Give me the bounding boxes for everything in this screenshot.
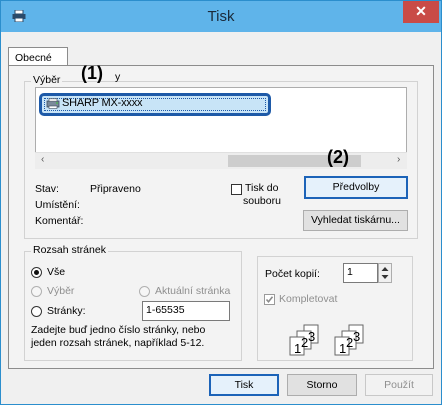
copies-spinner[interactable] [378, 263, 392, 283]
copies-input[interactable]: 1 [343, 263, 378, 283]
apply-button[interactable]: Použít [365, 374, 433, 396]
page-range-legend-text: Rozsah stránek [33, 244, 106, 256]
range-hint-line1: Zadejte buď jedno číslo stránky, nebo [31, 324, 206, 336]
print-dialog: Tisk ✕ Obecné Výběr y SHARP MX-xxxx ‹ › … [0, 0, 442, 405]
print-to-file-label-2: souboru [243, 195, 281, 207]
range-hint-line2: jeden rozsah stránek, například 5-12. [31, 337, 205, 349]
status-label: Stav: [35, 183, 59, 195]
printer-group-legend-text: Výběr [33, 74, 61, 86]
page-range-legend: Rozsah stránek [31, 244, 108, 256]
collate-digit: 3 [353, 329, 360, 344]
range-current-label: Aktuální stránka [155, 285, 231, 297]
collate-checkbox[interactable] [264, 294, 275, 305]
print-to-file-checkbox[interactable] [231, 184, 242, 195]
tab-general[interactable]: Obecné [8, 47, 68, 66]
check-icon [265, 296, 274, 304]
window-title: Tisk [207, 8, 235, 25]
collate-label: Kompletovat [279, 293, 338, 305]
copies-label: Počet kopií: [265, 268, 320, 280]
scroll-left-icon[interactable]: ‹ [41, 154, 44, 165]
cancel-button[interactable]: Storno [287, 374, 357, 396]
pages-input[interactable]: 1-65535 [142, 301, 230, 321]
spinner-arrows-icon [381, 267, 389, 279]
comment-label: Komentář: [35, 215, 84, 227]
printer-list-scrollbar[interactable]: ‹ › [35, 152, 407, 169]
preferences-button[interactable]: Předvolby [304, 176, 408, 199]
range-all-label: Vše [47, 266, 66, 278]
apply-button-label: Použít [384, 379, 414, 391]
find-printer-button[interactable]: Vyhledat tiskárnu... [303, 210, 408, 231]
range-current-radio[interactable] [139, 286, 150, 297]
printer-group-legend-trail: y [115, 71, 121, 83]
print-button[interactable]: Tisk [209, 374, 279, 396]
printer-icon [46, 98, 60, 109]
collate-digit: 3 [308, 329, 315, 344]
printer-group-legend: Výběr [31, 74, 63, 86]
location-label: Umístění: [35, 199, 80, 211]
print-to-file-label-1: Tisk do [245, 182, 279, 194]
close-icon: ✕ [415, 3, 427, 19]
range-all-radio[interactable] [31, 267, 42, 278]
collate-illustration-icon: 1 2 3 1 2 3 [289, 324, 364, 356]
range-selection-label: Výběr [47, 285, 75, 297]
range-selection-radio[interactable] [31, 286, 42, 297]
callout-1: (1) [81, 63, 103, 83]
preferences-button-label: Předvolby [332, 181, 380, 193]
range-pages-label: Stránky: [47, 305, 86, 317]
range-pages-radio[interactable] [31, 306, 42, 317]
tab-general-label: Obecné [15, 52, 52, 64]
title-bar: Tisk ✕ [1, 1, 441, 32]
close-button[interactable]: ✕ [403, 1, 439, 23]
find-printer-button-label: Vyhledat tiskárnu... [311, 214, 400, 226]
scroll-right-icon[interactable]: › [397, 154, 400, 165]
printer-item-sharp[interactable]: SHARP MX-xxxx [39, 93, 271, 116]
printer-item-label: SHARP MX-xxxx [62, 97, 143, 109]
print-button-label: Tisk [234, 379, 254, 391]
cancel-button-label: Storno [306, 379, 338, 391]
status-value: Připraveno [90, 183, 141, 195]
callout-2: (2) [327, 147, 349, 167]
